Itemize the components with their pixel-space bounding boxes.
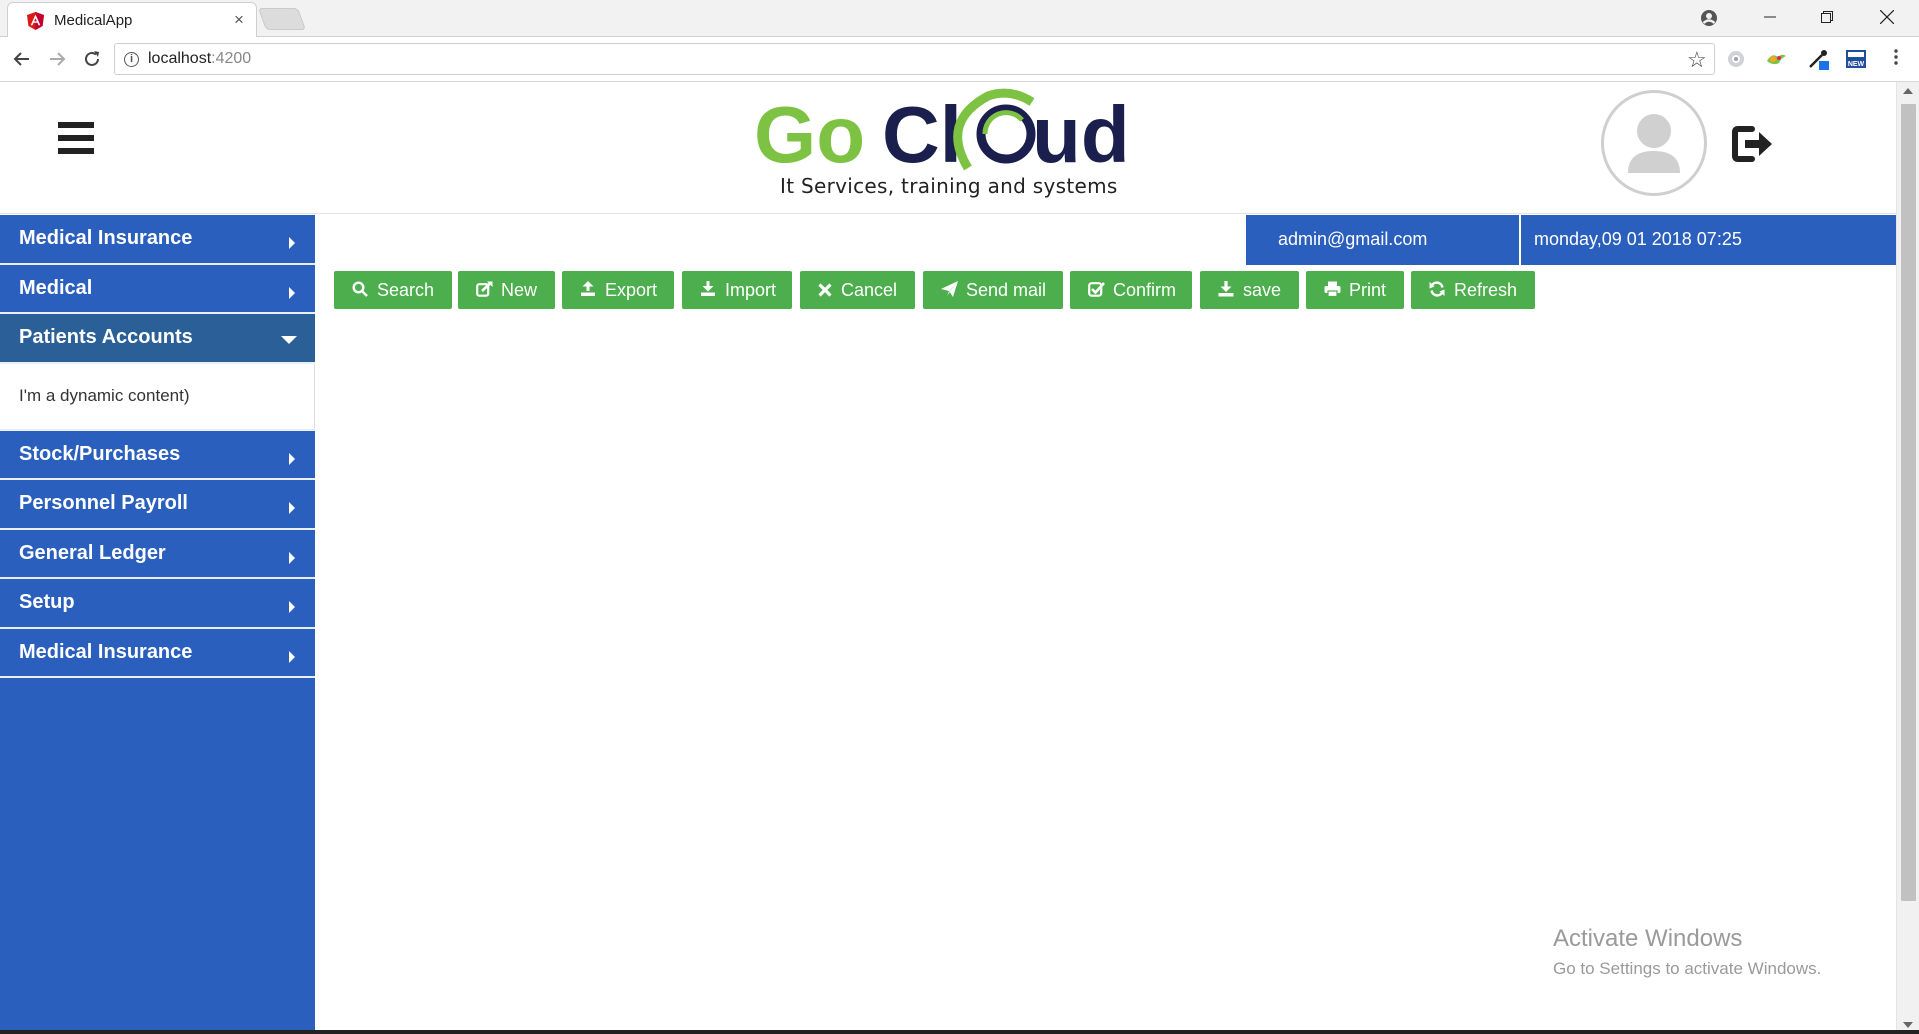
sidebar-item-patients-accounts[interactable]: Patients Accounts [0, 314, 315, 364]
browser-tab[interactable]: MedicalApp × [7, 2, 257, 38]
app-header: Go Cl ud It Services, training and syste… [0, 82, 1896, 214]
caret-right-icon [289, 601, 295, 613]
sidebar-item-medical-insurance-2[interactable]: Medical Insurance [0, 628, 315, 678]
sidebar-expanded-panel: I'm a dynamic content) [0, 363, 315, 431]
logo-tagline: It Services, training and systems [780, 174, 1118, 198]
cancel-button[interactable]: Cancel [800, 271, 915, 309]
sidebar-item-general-ledger[interactable]: General Ledger [0, 529, 315, 579]
sidebar: Medical Insurance Medical Patients Accou… [0, 215, 315, 1034]
caret-right-icon [289, 502, 295, 514]
reload-icon[interactable] [78, 45, 106, 73]
extension-bird-icon[interactable] [1764, 47, 1788, 71]
sidebar-item-label: Stock/Purchases [19, 442, 181, 465]
sidebar-item-label: Patients Accounts [19, 326, 193, 348]
page-scrollbar[interactable] [1896, 82, 1919, 1034]
new-button[interactable]: New [458, 271, 555, 309]
forward-arrow-icon[interactable] [43, 45, 71, 73]
bookmark-star-icon[interactable]: ☆ [1687, 47, 1707, 73]
extension-new-icon[interactable]: NEW [1844, 47, 1868, 71]
sidebar-item-label: Medical Insurance [19, 227, 193, 249]
confirm-button[interactable]: Confirm [1070, 271, 1192, 309]
window-close-icon[interactable] [1872, 6, 1902, 30]
user-silhouette-icon [1628, 114, 1680, 173]
activate-windows-watermark: Activate Windows Go to Settings to activ… [1553, 925, 1821, 979]
taskbar-edge [0, 1030, 1919, 1034]
divider [1519, 215, 1521, 265]
profile-icon[interactable] [1694, 6, 1724, 30]
sidebar-item-label: Medical Insurance [19, 640, 193, 663]
user-email: admin@gmail.com [1278, 229, 1428, 249]
sidebar-item-label: Medical [19, 276, 93, 299]
scroll-down-arrow-icon[interactable] [1903, 1022, 1913, 1028]
angular-icon [27, 12, 44, 30]
print-icon [1324, 271, 1341, 310]
confirm-check-icon [1088, 271, 1105, 310]
browser-menu-icon[interactable] [1886, 45, 1906, 73]
caret-right-icon [289, 237, 295, 249]
save-button[interactable]: save [1200, 271, 1299, 309]
svg-text:NEW: NEW [1848, 61, 1865, 68]
export-icon [580, 271, 596, 310]
sidebar-item-label: General Ledger [19, 541, 166, 564]
extension-eyedropper-icon[interactable] [1806, 47, 1830, 71]
watermark-title: Activate Windows [1553, 925, 1743, 952]
extension-shield-icon[interactable] [1724, 47, 1748, 71]
import-button[interactable]: Import [682, 271, 792, 309]
tab-title: MedicalApp [54, 12, 133, 29]
info-icon[interactable]: i [124, 52, 139, 67]
dynamic-content-text: I'm a dynamic content) [19, 385, 190, 405]
tab-close-icon[interactable]: × [234, 10, 244, 30]
minimize-icon[interactable] [1755, 6, 1785, 30]
url-text[interactable]: localhost:4200 [148, 50, 251, 68]
scroll-up-arrow-icon[interactable] [1903, 88, 1913, 94]
user-avatar[interactable] [1601, 90, 1707, 196]
refresh-icon [1429, 271, 1445, 310]
refresh-button[interactable]: Refresh [1411, 271, 1535, 309]
scrollbar-thumb[interactable] [1901, 104, 1916, 901]
current-datetime: monday,09 01 2018 07:25 [1534, 229, 1742, 249]
sidebar-item-label: Setup [19, 591, 75, 613]
caret-right-icon [289, 650, 295, 663]
cancel-icon [818, 271, 832, 310]
restore-icon[interactable] [1812, 6, 1842, 30]
search-button[interactable]: Search [334, 271, 452, 309]
sidebar-item-medical[interactable]: Medical [0, 264, 315, 314]
new-icon [476, 271, 493, 310]
svg-text:Cl: Cl [882, 90, 962, 179]
sidebar-item-medical-insurance[interactable]: Medical Insurance [0, 215, 315, 265]
sidebar-item-stock-purchases[interactable]: Stock/Purchases [0, 430, 315, 480]
watermark-subtitle: Go to Settings to activate Windows. [1553, 959, 1822, 978]
print-button[interactable]: Print [1306, 271, 1404, 309]
sidebar-item-personnel-payroll[interactable]: Personnel Payroll [0, 480, 315, 530]
browser-toolbar: i localhost:4200 ☆ NEW [0, 37, 1919, 82]
browser-tabstrip: MedicalApp × [0, 0, 1919, 38]
caret-down-icon [281, 336, 297, 344]
export-button[interactable]: Export [562, 271, 674, 309]
back-arrow-icon[interactable] [8, 45, 36, 73]
user-info-bar: admin@gmail.com monday,09 01 2018 07:25 [1246, 215, 1896, 265]
new-tab-button[interactable] [257, 8, 307, 30]
send-icon [941, 271, 959, 310]
caret-right-icon [289, 551, 295, 564]
address-bar[interactable]: i localhost:4200 ☆ [114, 43, 1715, 75]
sidebar-item-label: Personnel Payroll [19, 492, 188, 514]
search-icon [352, 271, 368, 310]
sidebar-item-setup[interactable]: Setup [0, 579, 315, 629]
send-mail-button[interactable]: Send mail [923, 271, 1063, 309]
svg-text:Go: Go [754, 90, 865, 179]
caret-right-icon [289, 452, 295, 465]
svg-text:ud: ud [1032, 90, 1130, 179]
import-icon [700, 271, 716, 310]
logout-icon[interactable] [1732, 125, 1774, 163]
download-icon [1218, 271, 1234, 310]
hamburger-menu-icon[interactable] [58, 122, 94, 160]
caret-right-icon [289, 286, 295, 299]
